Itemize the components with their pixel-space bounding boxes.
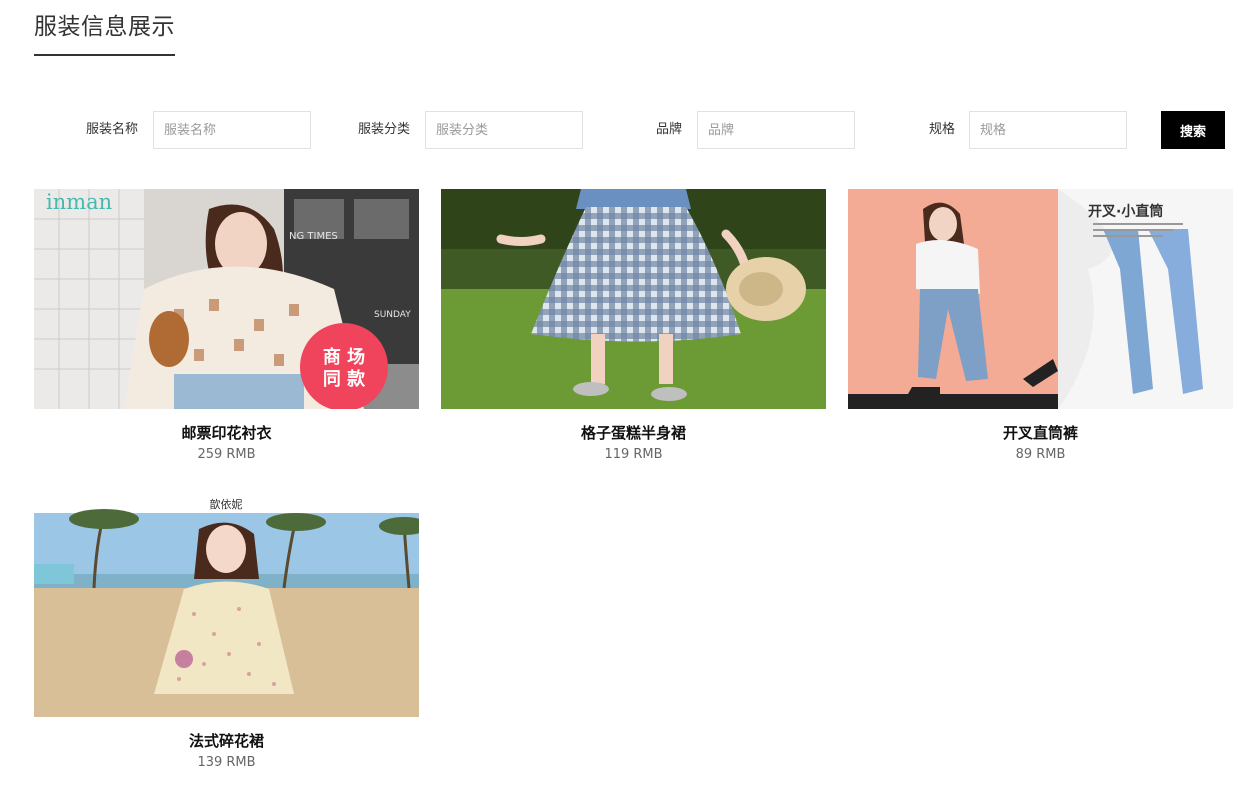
page-title: 服装信息展示 xyxy=(34,10,175,56)
brand-logo: inman xyxy=(46,190,112,214)
clothing-category-input[interactable] xyxy=(425,111,583,149)
clothing-category-label: 服装分类 xyxy=(357,122,410,137)
brand-input[interactable] xyxy=(697,111,855,149)
product-name[interactable]: 邮票印花衬衣 xyxy=(34,423,419,443)
search-bar: 服装名称 服装分类 品牌 规格 搜索 xyxy=(0,111,1237,149)
product-name[interactable]: 开叉直筒裤 xyxy=(848,423,1233,443)
badge-text-1: 商 场 xyxy=(323,346,365,368)
badge-text-2: 同 款 xyxy=(323,368,366,390)
product-price: 89 RMB xyxy=(1015,447,1066,462)
spec-input[interactable] xyxy=(969,111,1127,149)
product-image[interactable] xyxy=(441,189,826,409)
product-price: 259 RMB xyxy=(197,447,256,462)
product-image[interactable]: 商 场 同 款 inman NG TIMES SUNDAY xyxy=(34,189,419,409)
product-price: 139 RMB xyxy=(197,755,256,770)
product-card[interactable]: 格子蛋糕半身裙 119 RMB xyxy=(441,189,826,464)
product-card[interactable]: 商 场 同 款 inman NG TIMES SUNDAY 邮票印花衬衣 259… xyxy=(34,189,419,464)
product-image[interactable]: 开叉·小直筒 xyxy=(848,189,1233,409)
store-sign-2: SUNDAY xyxy=(374,310,411,320)
product-price: 119 RMB xyxy=(604,447,663,462)
product-name[interactable]: 法式碎花裙 xyxy=(34,731,419,751)
spec-label: 规格 xyxy=(928,122,955,137)
brand-label: 品牌 xyxy=(655,122,682,137)
product-card[interactable]: 歆依妮 法式碎花裙 139 RMB xyxy=(34,494,419,772)
search-button[interactable]: 搜索 xyxy=(1161,111,1225,149)
clothing-name-input[interactable] xyxy=(153,111,311,149)
product-image[interactable]: 歆依妮 xyxy=(34,494,419,717)
store-sign: NG TIMES xyxy=(289,231,338,242)
jeans-headline: 开叉·小直筒 xyxy=(1088,203,1163,220)
clothing-name-label: 服装名称 xyxy=(85,122,138,137)
product-card[interactable]: 开叉·小直筒 开叉直筒裤 89 RMB xyxy=(848,189,1233,464)
dress-brand-logo: 歆依妮 xyxy=(210,497,243,511)
product-name[interactable]: 格子蛋糕半身裙 xyxy=(441,423,826,443)
